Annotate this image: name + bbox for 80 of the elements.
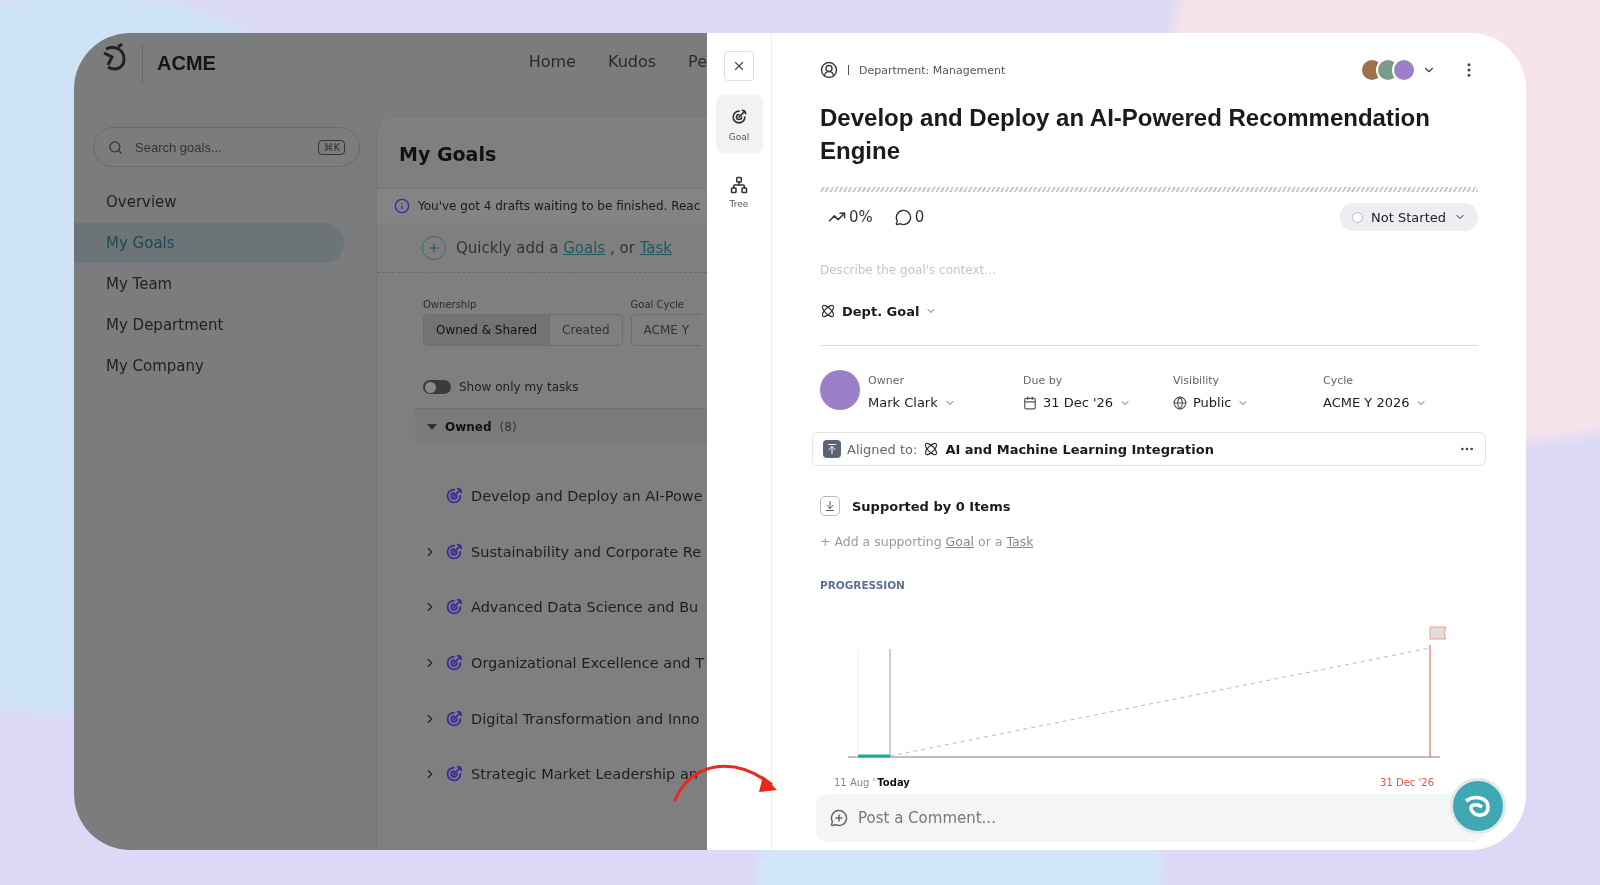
field-select[interactable]: Mark Clark (868, 395, 956, 410)
nav-link[interactable]: Home (528, 52, 576, 71)
comment-plus-icon (830, 809, 848, 827)
globe-icon (1173, 395, 1187, 410)
nav-link[interactable]: Pe (688, 52, 707, 71)
goal-title: Digital Transformation and Inno (471, 710, 700, 727)
filter-label: Goal Cycle (630, 299, 685, 310)
chat-button[interactable] (1450, 778, 1506, 834)
goal-title: Sustainability and Corporate Re (471, 543, 702, 560)
group-count: (8) (499, 419, 517, 434)
goal-row[interactable]: Digital Transformation and Inno (377, 690, 707, 747)
group-label: Owned (445, 419, 492, 434)
section-title: PROGRESSION (820, 579, 906, 591)
goal-cycle-select[interactable]: ACME Y (630, 314, 702, 346)
goal-row[interactable]: Organizational Excellence and T (377, 635, 707, 691)
toggle-switch[interactable] (423, 380, 451, 394)
crossed-loops-icon (923, 441, 940, 457)
ownership-option[interactable]: Created (549, 315, 622, 345)
axis-label: Today (877, 777, 910, 788)
goal-row[interactable]: Sustainability and Corporate Re (377, 523, 707, 580)
sidebar-item[interactable]: My Department (74, 305, 344, 345)
goal-type-select[interactable]: Dept. Goal (820, 303, 938, 319)
calendar-icon (1023, 395, 1037, 410)
info-icon (394, 198, 410, 214)
field-select[interactable]: Public (1173, 395, 1250, 410)
field-label: Visibility (1173, 374, 1221, 387)
task-link[interactable]: Task (1006, 534, 1034, 549)
add-supporting-text: + Add a supporting Goal or a Task (820, 534, 1035, 549)
goal-title: Develop and Deploy an AI-Powe (471, 487, 703, 504)
goal-row[interactable]: Advanced Data Science and Bu (377, 579, 707, 636)
aligned-label: Aligned to: (847, 441, 918, 457)
user-icon (820, 61, 838, 79)
supported-title: Supported by 0 Items (852, 498, 1011, 514)
close-button[interactable] (724, 51, 754, 81)
drafts-notice: You've got 4 drafts waiting to be finished. Reac (418, 199, 701, 213)
sidebar-item[interactable]: My Company (74, 346, 344, 386)
toggle-label: Show only my tasks (459, 380, 579, 394)
axis-label: 11 Aug ' (834, 777, 876, 788)
upload-icon (823, 440, 841, 458)
sidebar-item[interactable]: My Team (74, 264, 344, 304)
search-input[interactable]: Search goals... (133, 138, 309, 156)
plus-icon (427, 240, 441, 255)
goal-title: Advanced Data Science and Bu (471, 599, 699, 616)
status-select[interactable]: Not Started (1340, 203, 1478, 231)
field-select[interactable]: ACME Y 2026 (1323, 395, 1428, 410)
hierarchy-icon (730, 175, 748, 194)
sidebar-item[interactable]: My Goals (74, 223, 344, 263)
avatar-placeholder (820, 370, 860, 410)
brand-name: ACME (142, 43, 216, 83)
field-label: Due by (1023, 374, 1064, 387)
comment-input[interactable]: Post a Comment... (856, 808, 1420, 828)
group-header[interactable]: Owned (8) (415, 408, 707, 444)
ownership-option[interactable]: Owned & Shared (424, 315, 550, 345)
comment-count: 0 (914, 208, 925, 226)
department-label: Department: Management (859, 63, 1006, 77)
goal-row[interactable]: Develop and Deploy an AI-Powe (377, 468, 707, 524)
quick-add-text: Quickly add a Goals , or Task (456, 238, 672, 257)
search-icon (108, 139, 123, 155)
nav-link[interactable]: Kudos (607, 52, 657, 71)
close-icon (732, 59, 746, 73)
comment-icon (894, 208, 912, 226)
field-select[interactable]: 31 Dec '26 (1023, 395, 1132, 410)
side-tab[interactable]: Tree (715, 163, 763, 221)
crossed-loops-icon (820, 303, 836, 319)
axis-label: 31 Dec '26 (1380, 777, 1434, 788)
field-label: Owner (868, 374, 905, 387)
field-label: Cycle (1323, 374, 1355, 387)
sidebar-item[interactable]: Overview (74, 182, 344, 222)
swirl-icon (1463, 793, 1493, 819)
download-icon (820, 496, 840, 516)
comment-field[interactable]: Post a Comment... (816, 794, 1484, 842)
progress-value: 0% (849, 208, 873, 226)
filter-label: Ownership (423, 299, 478, 310)
aligned-goal: AI and Machine Learning Integration (945, 441, 1214, 457)
goal-link[interactable]: Goal (945, 534, 975, 549)
goal-title: Organizational Excellence and T (471, 654, 705, 671)
goal-title: Develop and Deploy an AI-Powered Recommendation Engine (820, 103, 1431, 166)
shortcut-key: ⌘K (318, 139, 345, 155)
side-tab[interactable]: Goal (715, 95, 763, 153)
avatar (1392, 58, 1416, 82)
